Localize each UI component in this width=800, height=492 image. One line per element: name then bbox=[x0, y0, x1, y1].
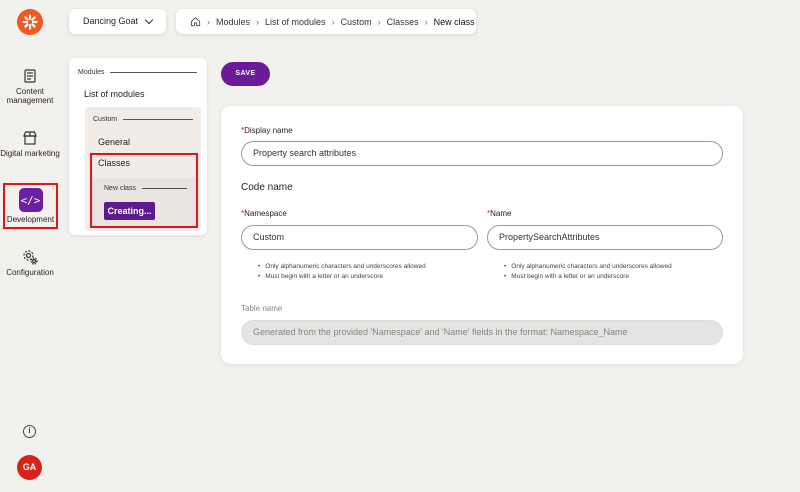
namespace-label: *Namespace bbox=[241, 209, 287, 218]
avatar[interactable]: GA bbox=[17, 455, 42, 480]
tree-group-custom: Custom bbox=[93, 116, 194, 123]
chevron-down-icon bbox=[144, 15, 154, 25]
new-class-form: *Display name Property search attributes… bbox=[221, 106, 743, 364]
tree-group-label: New class bbox=[104, 185, 136, 192]
table-name-field: Generated from the provided 'Namespace' … bbox=[241, 320, 723, 345]
rail-item-content-management[interactable]: Content management bbox=[0, 68, 60, 105]
display-name-field[interactable]: Property search attributes bbox=[241, 141, 723, 166]
tree-item-creating[interactable]: Creating... bbox=[104, 202, 155, 220]
breadcrumb-item-classes[interactable]: Classes bbox=[387, 17, 419, 27]
breadcrumb-item-new-class: New class bbox=[433, 16, 475, 27]
rail-item-label: Digital marketing bbox=[0, 149, 60, 158]
left-navigation-rail: Content management Digital marketing </>… bbox=[0, 0, 60, 492]
navigation-tree: Modules List of modules Custom General C… bbox=[69, 58, 207, 235]
breadcrumb-separator: › bbox=[207, 16, 210, 27]
namespace-field[interactable]: Custom bbox=[241, 225, 478, 250]
content-management-icon bbox=[24, 69, 36, 83]
tree-item-classes[interactable]: Classes bbox=[98, 158, 130, 168]
tree-group-label: Custom bbox=[93, 116, 118, 123]
hint-item: Must begin with a letter or an underscor… bbox=[504, 272, 672, 282]
tree-item-general[interactable]: General bbox=[98, 137, 130, 147]
breadcrumb: › Modules › List of modules › Custom › C… bbox=[176, 9, 476, 34]
breadcrumb-item-modules[interactable]: Modules bbox=[216, 17, 250, 27]
tree-group-modules: Modules bbox=[78, 69, 198, 76]
kentico-logo-icon[interactable] bbox=[17, 9, 43, 35]
label-text: Display name bbox=[244, 126, 293, 135]
code-name-heading: Code name bbox=[241, 182, 293, 193]
label-text: Name bbox=[490, 209, 512, 218]
rail-item-development[interactable]: </> Development bbox=[3, 183, 58, 229]
code-icon: </> bbox=[18, 188, 43, 212]
gear-icon bbox=[23, 250, 38, 265]
divider bbox=[141, 187, 187, 189]
namespace-hints: Only alphanumeric characters and undersc… bbox=[258, 262, 426, 282]
divider bbox=[110, 71, 198, 73]
breadcrumb-separator: › bbox=[424, 16, 428, 27]
home-icon[interactable] bbox=[190, 16, 201, 27]
label-text: Namespace bbox=[244, 209, 287, 218]
tree-group-new-class: New class bbox=[104, 185, 187, 192]
breadcrumb-separator: › bbox=[256, 16, 260, 27]
info-icon[interactable]: i bbox=[23, 425, 36, 438]
table-name-label: Table name bbox=[241, 304, 283, 313]
rail-item-label: Content management bbox=[6, 87, 54, 105]
hint-item: Only alphanumeric characters and undersc… bbox=[258, 262, 425, 272]
rail-item-digital-marketing[interactable]: Digital marketing bbox=[0, 130, 60, 158]
rail-item-label: Configuration bbox=[6, 268, 54, 277]
breadcrumb-separator: › bbox=[377, 16, 381, 27]
tree-item-list-of-modules[interactable]: List of modules bbox=[84, 89, 145, 99]
name-hints: Only alphanumeric characters and undersc… bbox=[504, 262, 672, 282]
site-selector[interactable]: Dancing Goat bbox=[69, 9, 166, 34]
tree-group-label: Modules bbox=[78, 69, 105, 76]
breadcrumb-separator: › bbox=[331, 16, 335, 27]
display-name-label: *Display name bbox=[241, 126, 293, 135]
name-field[interactable]: PropertySearchAttributes bbox=[487, 225, 723, 250]
breadcrumb-item-custom[interactable]: Custom bbox=[341, 17, 372, 27]
breadcrumb-item-list-of-modules[interactable]: List of modules bbox=[265, 17, 326, 27]
divider bbox=[123, 118, 194, 120]
hint-item: Only alphanumeric characters and undersc… bbox=[504, 262, 671, 272]
name-label: *Name bbox=[487, 209, 512, 218]
rail-item-configuration[interactable]: Configuration bbox=[0, 249, 60, 277]
store-icon bbox=[23, 131, 37, 145]
site-selector-label: Dancing Goat bbox=[83, 16, 139, 26]
rail-item-label: Development bbox=[6, 215, 55, 224]
save-button[interactable]: SAVE bbox=[221, 62, 270, 86]
hint-item: Must begin with a letter or an underscor… bbox=[258, 272, 426, 282]
